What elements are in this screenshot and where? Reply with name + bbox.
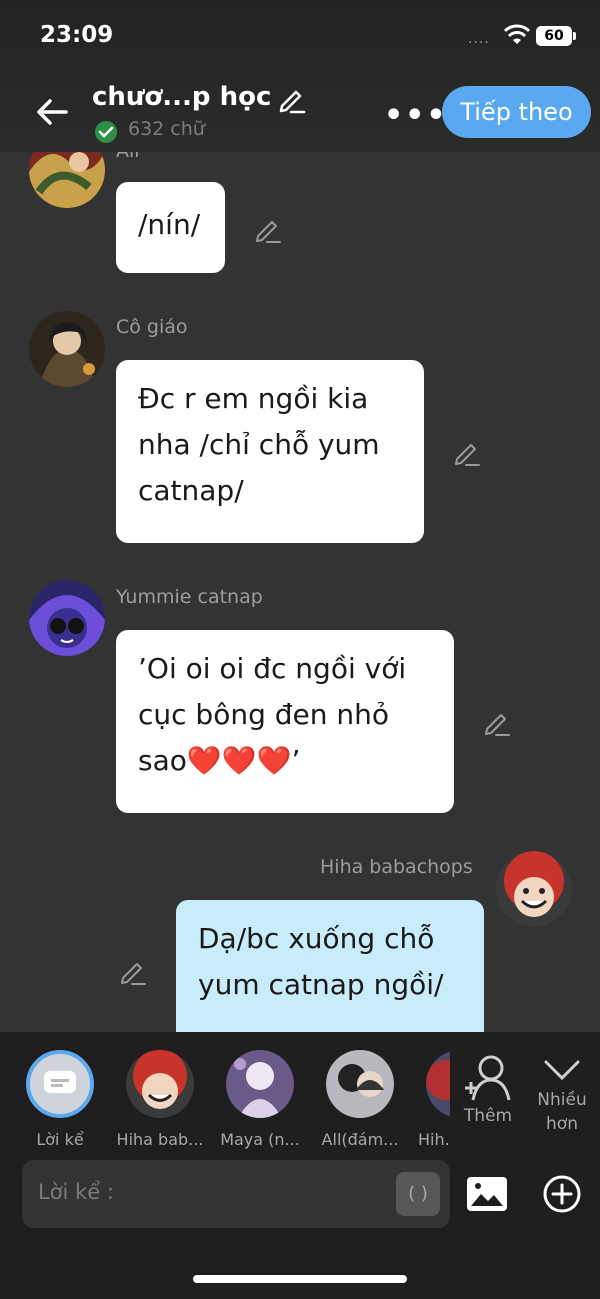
next-button[interactable]: Tiếp theo (442, 86, 591, 138)
more-options-icon[interactable]: ••• (384, 98, 448, 133)
speech-bubble-icon (44, 1071, 76, 1093)
edit-message-pencil-icon[interactable] (253, 214, 283, 244)
action-bracket-button[interactable]: ( ) (396, 1172, 440, 1216)
avatar-hiha-babachops[interactable] (496, 851, 572, 927)
word-count: 632 chữ (128, 118, 205, 140)
message-sender: All (116, 152, 140, 162)
home-indicator[interactable] (193, 1275, 407, 1283)
battery-indicator: 60 (536, 26, 572, 46)
character-avatar (126, 1050, 194, 1118)
narrator-avatar (26, 1050, 94, 1118)
character-maya[interactable]: Maya (n... (210, 1050, 310, 1149)
check-icon (95, 121, 117, 143)
more-label: Nhiều hơn (537, 1090, 587, 1134)
character-avatar (226, 1050, 294, 1118)
message-bubble[interactable]: ’Oi oi oi đc ngồi với cục bông đen nhỏ s… (116, 630, 454, 813)
add-person-icon (465, 1055, 511, 1101)
top-bar: 23:09 .... 60 chươ...p học 632 chữ ••• T… (0, 0, 600, 152)
edit-message-pencil-icon[interactable] (118, 956, 148, 986)
character-hiha[interactable]: Hiha bab... (110, 1050, 210, 1149)
character-narrator[interactable]: Lời kể (10, 1050, 110, 1149)
add-plus-icon[interactable] (542, 1174, 582, 1214)
character-label: Hih... (418, 1130, 450, 1149)
wifi-icon (504, 24, 530, 44)
message-sender: Cô giáo (116, 316, 188, 338)
character-hiha-2[interactable]: Hih... (410, 1050, 450, 1149)
back-arrow-icon[interactable] (32, 92, 72, 132)
edit-title-pencil-icon[interactable] (277, 84, 307, 114)
character-all[interactable]: All(đám... (310, 1050, 410, 1149)
input-placeholder: Lời kể : (38, 1180, 114, 1204)
character-label: Maya (n... (220, 1130, 300, 1149)
add-label: Thêm (463, 1106, 513, 1126)
message-sender: Hiha babachops (320, 856, 473, 878)
composer-panel: Lời kể Hiha bab... Maya (n... All(đám...… (0, 1032, 600, 1299)
battery-tip (573, 32, 576, 40)
edit-message-pencil-icon[interactable] (482, 707, 512, 737)
more-characters-button[interactable]: Nhiều hơn (532, 1054, 592, 1136)
avatar-teacher[interactable] (29, 311, 105, 387)
chapter-title[interactable]: chươ...p học (92, 82, 271, 112)
character-avatar (326, 1050, 394, 1118)
avatar-all[interactable] (29, 152, 105, 208)
chat-area[interactable]: All /nín/ Cô giáo Đc r em ngồi kia nha /… (0, 152, 600, 1032)
status-time: 23:09 (40, 22, 114, 48)
character-label: All(đám... (321, 1130, 399, 1149)
character-avatar (426, 1050, 450, 1118)
character-label: Hiha bab... (116, 1130, 204, 1149)
status-bar: 23:09 .... 60 (0, 0, 600, 70)
edit-message-pencil-icon[interactable] (452, 437, 482, 467)
message-bubble[interactable]: /nín/ (116, 182, 225, 273)
message-bubble[interactable]: Đc r em ngồi kia nha /chỉ chỗ yum catnap… (116, 360, 424, 543)
message-bubble-self[interactable]: Dạ/bc xuống chỗ yum catnap ngồi/ (176, 900, 484, 1032)
avatar-yummie-catnap[interactable] (29, 580, 105, 656)
chevron-down-icon (544, 1060, 580, 1081)
add-character-button[interactable]: Thêm (458, 1054, 518, 1126)
narration-input[interactable]: Lời kể : ( ) (22, 1160, 450, 1228)
message-sender: Yummie catnap (116, 586, 263, 608)
image-icon[interactable] (466, 1176, 508, 1212)
signal-indicator: .... (468, 31, 490, 47)
character-label: Lời kể (36, 1130, 84, 1149)
